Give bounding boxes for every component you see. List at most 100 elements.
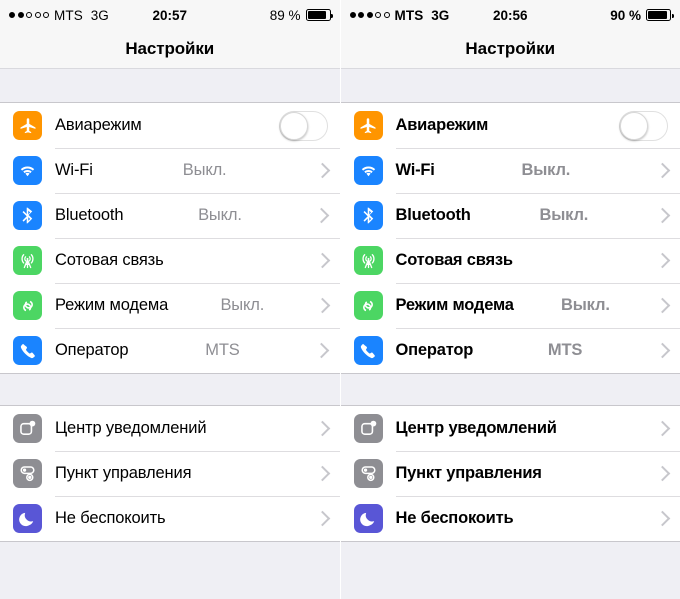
settings-row-control-center[interactable]: Пункт управления — [0, 451, 340, 496]
battery-icon — [305, 9, 333, 21]
settings-row-notification-center[interactable]: Центр уведомлений — [0, 406, 340, 451]
row-value: Выкл. — [220, 296, 265, 314]
chevron-right-icon — [314, 252, 330, 269]
row-label: Сотовая связь — [395, 251, 514, 269]
row-content: Авиарежим — [396, 103, 680, 148]
carrier-name: MTS — [54, 7, 83, 23]
settings-row-hotspot[interactable]: Режим модема Выкл. — [340, 283, 680, 328]
panel-bold-text: MTS 3G 20:56 90 % Настройки Авиарежим Wi… — [340, 0, 680, 599]
airplane-mode-toggle[interactable] — [619, 110, 668, 141]
toggle-knob — [279, 111, 308, 140]
hotspot-icon — [353, 291, 383, 320]
row-label: Оператор — [395, 341, 474, 359]
row-content: Не беспокоить — [396, 496, 680, 541]
status-bar: MTS 3G 20:57 89 % — [0, 0, 340, 30]
row-content: Пункт управления — [55, 451, 340, 496]
settings-row-cellular[interactable]: Сотовая связь — [0, 238, 340, 283]
settings-list[interactable]: Авиарежим Wi-Fi Выкл. Bluetooth Выкл. Со… — [0, 69, 340, 599]
settings-row-carrier[interactable]: Оператор MTS — [340, 328, 680, 373]
settings-list[interactable]: Авиарежим Wi-Fi Выкл. Bluetooth Выкл. Со… — [340, 69, 680, 599]
settings-row-hotspot[interactable]: Режим модема Выкл. — [0, 283, 340, 328]
settings-row-do-not-disturb[interactable]: Не беспокоить — [340, 496, 680, 541]
settings-row-do-not-disturb[interactable]: Не беспокоить — [0, 496, 340, 541]
settings-row-carrier[interactable]: Оператор MTS — [0, 328, 340, 373]
row-label: Не беспокоить — [55, 509, 166, 527]
row-label: Wi-Fi — [395, 161, 435, 179]
chevron-right-icon — [654, 465, 671, 482]
moon-icon — [13, 504, 42, 533]
row-value: Выкл. — [521, 161, 571, 179]
status-bar: MTS 3G 20:56 90 % — [340, 0, 680, 30]
hotspot-icon — [13, 291, 42, 320]
list-top-spacer — [340, 69, 680, 102]
cellular-icon — [13, 246, 42, 275]
row-content: Bluetooth Выкл. — [55, 193, 340, 238]
chevron-right-icon — [314, 297, 330, 314]
settings-row-bluetooth[interactable]: Bluetooth Выкл. — [340, 193, 680, 238]
row-content: Пункт управления — [396, 451, 680, 496]
row-label: Режим модема — [395, 296, 514, 314]
chevron-right-icon — [654, 207, 671, 224]
row-label: Bluetooth — [395, 206, 471, 224]
row-content: Сотовая связь — [396, 238, 680, 283]
moon-icon — [353, 504, 383, 533]
phone-handset-icon — [13, 336, 42, 365]
chevron-right-icon — [314, 420, 330, 437]
row-value: Выкл. — [539, 206, 589, 224]
page-title: Настройки — [465, 39, 556, 58]
settings-row-bluetooth[interactable]: Bluetooth Выкл. — [0, 193, 340, 238]
settings-row-cellular[interactable]: Сотовая связь — [340, 238, 680, 283]
row-label: Сотовая связь — [55, 251, 164, 269]
chevron-right-icon — [314, 465, 330, 482]
settings-row-airplane-mode[interactable]: Авиарежим — [0, 103, 340, 148]
settings-row-airplane-mode[interactable]: Авиарежим — [340, 103, 680, 148]
control-center-icon — [13, 459, 42, 488]
settings-comparison: MTS 3G 20:57 89 % Настройки Авиарежим Wi… — [0, 0, 680, 599]
signal-strength-dots — [9, 12, 49, 18]
status-bar-left: MTS 3G — [349, 8, 449, 23]
bluetooth-icon — [13, 201, 42, 230]
chevron-right-icon — [314, 510, 330, 527]
settings-row-notification-center[interactable]: Центр уведомлений — [340, 406, 680, 451]
row-value: MTS — [205, 341, 240, 359]
notification-center-icon — [353, 414, 383, 443]
settings-row-wifi[interactable]: Wi-Fi Выкл. — [340, 148, 680, 193]
row-content: Режим модема Выкл. — [55, 283, 340, 328]
chevron-right-icon — [314, 207, 330, 224]
row-label: Wi-Fi — [55, 161, 93, 179]
status-bar-left: MTS 3G — [9, 8, 109, 23]
row-content: Wi-Fi Выкл. — [55, 148, 340, 193]
battery-percent-text: 89 % — [269, 7, 301, 23]
row-label: Оператор — [55, 341, 129, 359]
notification-center-icon — [13, 414, 42, 443]
notifications-group: Центр уведомлений Пункт управления Не бе… — [0, 405, 340, 542]
chevron-right-icon — [654, 420, 671, 437]
battery-percent-text: 90 % — [610, 7, 641, 23]
wifi-icon — [13, 156, 42, 185]
settings-row-control-center[interactable]: Пункт управления — [340, 451, 680, 496]
row-content: Авиарежим — [55, 103, 340, 148]
row-content: Сотовая связь — [55, 238, 340, 283]
chevron-right-icon — [314, 162, 330, 179]
group-spacer — [340, 374, 680, 405]
panel-normal-text: MTS 3G 20:57 89 % Настройки Авиарежим Wi… — [0, 0, 341, 599]
row-label: Не беспокоить — [395, 509, 514, 527]
row-content: Режим модема Выкл. — [396, 283, 680, 328]
row-value: Выкл. — [560, 296, 610, 314]
row-content: Wi-Fi Выкл. — [396, 148, 680, 193]
cellular-icon — [353, 246, 383, 275]
settings-row-wifi[interactable]: Wi-Fi Выкл. — [0, 148, 340, 193]
phone-handset-icon — [353, 336, 383, 365]
chevron-right-icon — [654, 162, 671, 179]
chevron-right-icon — [654, 510, 671, 527]
row-value: Выкл. — [182, 161, 227, 179]
airplane-icon — [353, 111, 383, 140]
row-content: Центр уведомлений — [55, 406, 340, 451]
signal-strength-dots — [349, 12, 390, 18]
airplane-mode-toggle[interactable] — [278, 110, 328, 141]
row-label: Режим модема — [55, 296, 169, 314]
chevron-right-icon — [654, 297, 671, 314]
chevron-right-icon — [654, 252, 671, 269]
bluetooth-icon — [353, 201, 383, 230]
row-label: Авиарежим — [395, 116, 489, 134]
